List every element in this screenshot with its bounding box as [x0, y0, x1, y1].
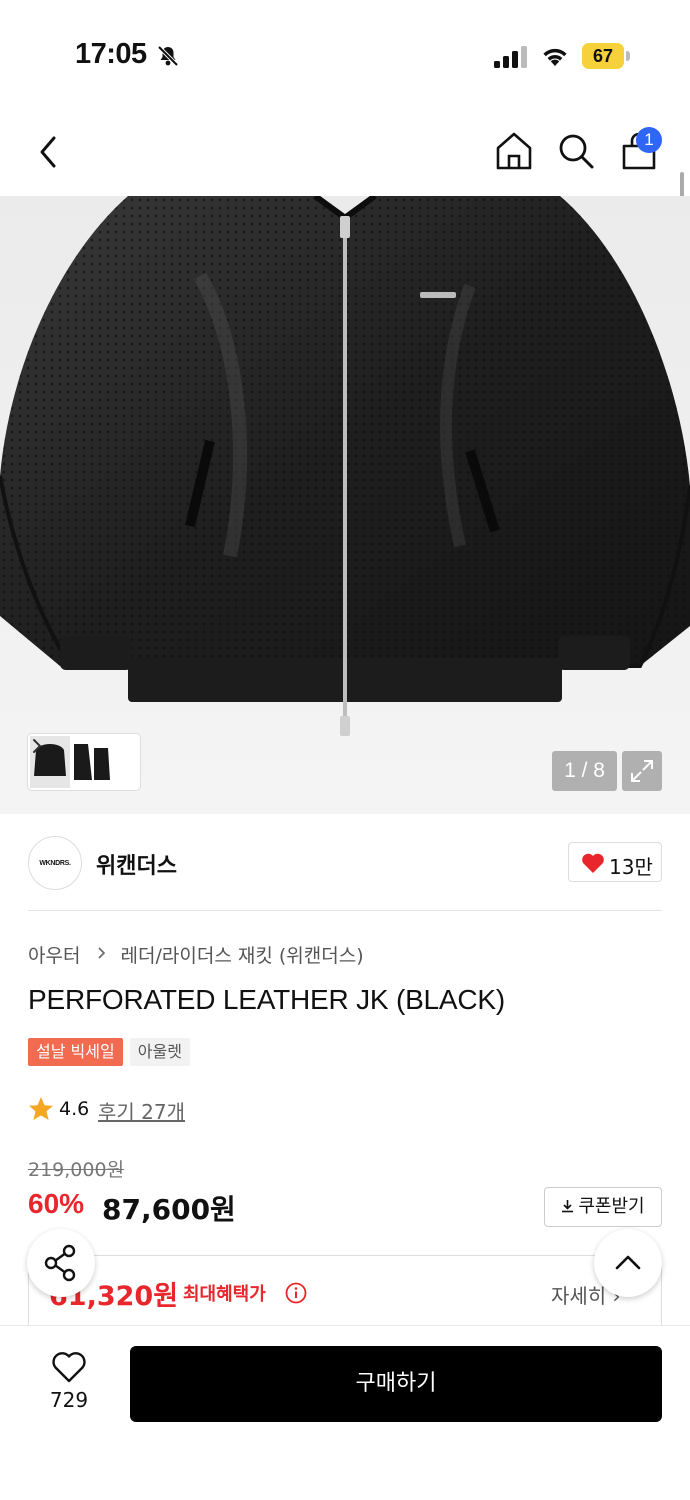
brand-name[interactable]: 위캔더스 — [96, 848, 177, 880]
max-benefit-label: 최대혜택가 — [183, 1284, 266, 1305]
outlet-badge: 아울렛 — [129, 1038, 190, 1066]
coupon-button[interactable]: 쿠폰받기 — [544, 1187, 662, 1227]
share-button[interactable] — [27, 1229, 95, 1297]
download-icon — [562, 1200, 574, 1213]
original-price: 219,000원 — [28, 1159, 125, 1181]
discount-rate: 60% — [28, 1188, 85, 1219]
battery-tip — [626, 51, 630, 61]
status-bar: 17:05 67 — [0, 0, 690, 110]
status-time: 17:05 — [75, 38, 147, 70]
thumbnail-strip[interactable] — [28, 734, 140, 790]
brand-logo[interactable]: WKNDRS. — [28, 836, 82, 890]
sale-price: 87,600원 — [102, 1193, 236, 1226]
brand-like-button[interactable]: 13만 — [568, 842, 662, 882]
badges: 설날 빅세일 아울렛 — [28, 1038, 192, 1066]
breadcrumb-subcategory[interactable]: 레더/라이더스 재킷 (위캔더스) — [121, 941, 364, 968]
battery-level: 67 — [582, 43, 624, 69]
breadcrumb: 아우터 레더/라이더스 재킷 (위캔더스) — [28, 941, 364, 968]
chevron-up-icon — [615, 1255, 641, 1270]
rating-value: 4.6 — [59, 1098, 90, 1120]
wishlist-button[interactable]: 729 — [36, 1350, 102, 1420]
brand-like-count: 13만 — [609, 855, 653, 879]
expand-icon[interactable] — [622, 751, 662, 791]
product-title: PERFORATED LEATHER JK (BLACK) — [28, 984, 506, 1015]
bottom-action-bar: 729 구매하기 — [0, 1325, 690, 1500]
heart-outline-icon — [52, 1352, 86, 1383]
product-photo — [0, 196, 690, 736]
battery-indicator: 67 — [582, 43, 630, 69]
breadcrumb-category[interactable]: 아우터 — [28, 941, 80, 968]
scroll-top-button[interactable] — [594, 1229, 662, 1297]
search-icon[interactable] — [556, 130, 596, 172]
brand-row[interactable]: WKNDRS. 위캔더스 13만 — [28, 832, 662, 894]
image-counter: 1 / 8 — [552, 751, 617, 791]
home-icon[interactable] — [494, 130, 534, 172]
wishlist-count: 729 — [49, 1388, 89, 1412]
review-link[interactable]: 후기 27개 — [98, 1096, 185, 1125]
chevron-right-icon[interactable] — [30, 736, 44, 756]
product-image-gallery[interactable]: 1 / 8 — [0, 196, 690, 814]
sale-badge: 설날 빅세일 — [28, 1038, 123, 1066]
heart-filled-icon — [582, 853, 604, 873]
wifi-icon — [543, 48, 567, 66]
buy-button[interactable]: 구매하기 — [130, 1346, 662, 1422]
share-icon — [44, 1244, 76, 1282]
coupon-label: 쿠폰받기 — [578, 1196, 645, 1217]
back-chevron-icon[interactable] — [34, 130, 64, 174]
top-nav — [0, 110, 690, 196]
star-icon — [29, 1097, 53, 1120]
signal-icon — [494, 46, 527, 68]
divider — [28, 910, 662, 911]
chevron-right-icon — [97, 947, 105, 959]
max-benefit-box[interactable]: 61,320원 최대혜택가 자세히 › — [28, 1255, 662, 1335]
bell-off-icon — [157, 45, 179, 67]
cart-count-badge: 1 — [636, 127, 662, 153]
info-icon[interactable] — [285, 1282, 307, 1304]
